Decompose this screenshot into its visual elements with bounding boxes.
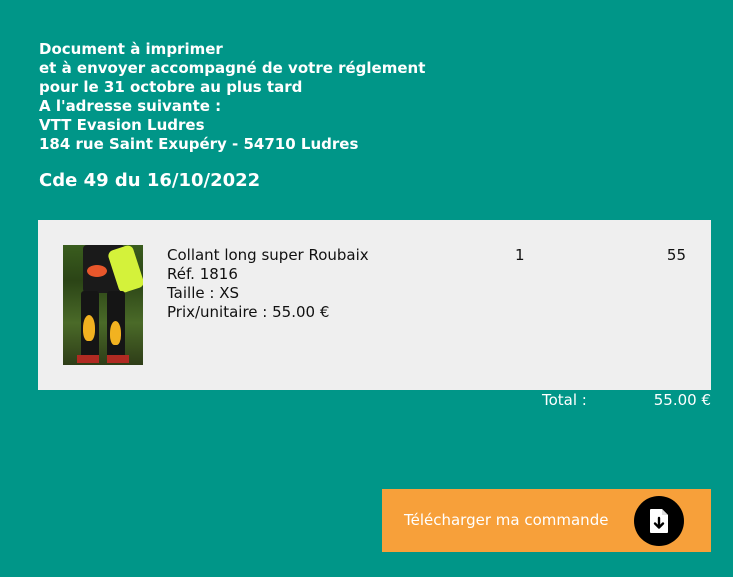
download-order-button[interactable]: Télécharger ma commande <box>382 489 711 552</box>
instruction-line: et à envoyer accompagné de votre régleme… <box>39 59 426 77</box>
product-image <box>63 245 143 365</box>
product-size: Taille : XS <box>167 284 239 302</box>
product-name: Collant long super Roubaix <box>167 246 369 264</box>
order-title: Cde 49 du 16/10/2022 <box>39 170 261 191</box>
club-name: VTT Evasion Ludres <box>39 116 205 134</box>
file-download-icon <box>634 496 684 546</box>
download-button-label: Télécharger ma commande <box>404 511 609 529</box>
instruction-line: pour le 31 octobre au plus tard <box>39 78 303 96</box>
product-line-total: 55 <box>666 246 686 264</box>
product-quantity: 1 <box>515 246 525 264</box>
order-item-row: Collant long super Roubaix Réf. 1816 Tai… <box>38 220 711 390</box>
instruction-line: A l'adresse suivante : <box>39 97 222 115</box>
club-address: 184 rue Saint Exupéry - 54710 Ludres <box>39 135 359 153</box>
total-label: Total : <box>542 391 587 409</box>
product-unit-price: Prix/unitaire : 55.00 € <box>167 303 330 321</box>
product-reference: Réf. 1816 <box>167 265 238 283</box>
instruction-line: Document à imprimer <box>39 40 223 58</box>
total-value: 55.00 € <box>653 391 711 409</box>
product-details: Collant long super Roubaix Réf. 1816 Tai… <box>167 246 369 322</box>
mailing-instructions: Document à imprimer et à envoyer accompa… <box>39 40 425 154</box>
